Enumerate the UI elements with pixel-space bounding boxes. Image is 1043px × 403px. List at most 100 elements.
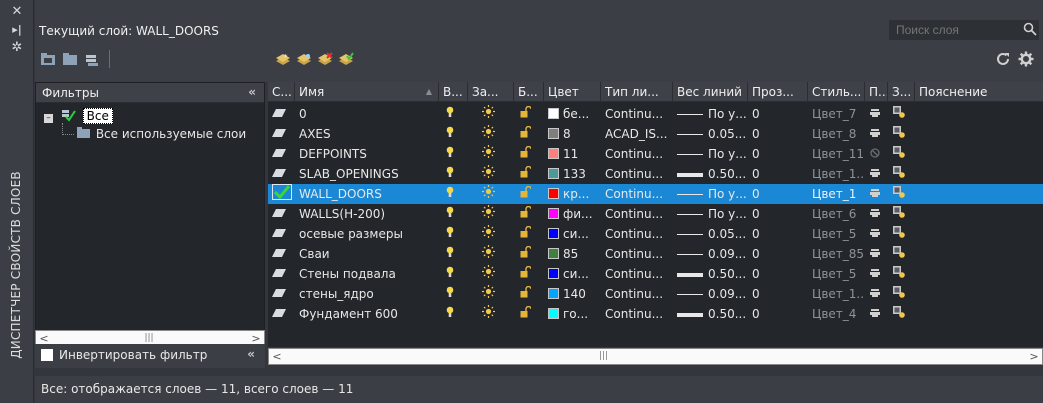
layer-status-icon[interactable]	[272, 104, 294, 124]
layer-status-icon[interactable]	[272, 284, 294, 304]
sun-thaw-icon[interactable]	[482, 224, 498, 244]
column-header-lock[interactable]: Б...	[514, 82, 544, 102]
column-header-on[interactable]: В...	[439, 82, 468, 102]
layer-transparency[interactable]: 0	[752, 284, 808, 304]
new-vp-freeze-icon[interactable]	[893, 244, 909, 264]
layer-transparency[interactable]: 0	[752, 164, 808, 184]
sun-thaw-icon[interactable]	[482, 304, 498, 324]
layer-row[interactable]: WALL_DOORS кр... Continu... По у... 0 Цвет_1	[268, 184, 1043, 204]
layer-color[interactable]: фи...	[548, 204, 601, 224]
layer-color[interactable]: си...	[548, 264, 601, 284]
printer-icon[interactable]	[870, 204, 884, 224]
layer-linetype[interactable]: Continu...	[605, 264, 673, 284]
bulb-on-icon[interactable]	[446, 144, 460, 164]
column-header-status[interactable]: С...	[268, 82, 295, 102]
search-layer-input[interactable]	[889, 20, 1039, 40]
sun-thaw-icon[interactable]	[482, 164, 498, 184]
new-vp-freeze-icon[interactable]	[893, 164, 909, 184]
collapse-filter-tree-button[interactable]: «	[248, 85, 256, 99]
layer-color[interactable]: 11	[548, 144, 601, 164]
layer-transparency[interactable]: 0	[752, 184, 808, 204]
unlock-icon[interactable]	[520, 184, 534, 204]
layer-transparency[interactable]: 0	[752, 304, 808, 324]
layer-linetype[interactable]: Continu...	[605, 304, 673, 324]
printer-icon[interactable]	[870, 184, 884, 204]
sun-thaw-icon[interactable]	[482, 204, 498, 224]
bulb-on-icon[interactable]	[446, 124, 460, 144]
layer-description[interactable]	[919, 164, 1039, 184]
unlock-icon[interactable]	[520, 164, 534, 184]
layer-transparency[interactable]: 0	[752, 104, 808, 124]
layer-lineweight[interactable]: 0.50...	[677, 264, 748, 284]
layer-description[interactable]	[919, 124, 1039, 144]
layer-status-icon[interactable]	[272, 244, 294, 264]
printer-icon[interactable]	[870, 304, 884, 324]
layer-lineweight[interactable]: По у...	[677, 204, 748, 224]
layer-transparency[interactable]: 0	[752, 144, 808, 164]
layer-lineweight[interactable]: 0.05...	[677, 124, 748, 144]
layer-description[interactable]	[919, 144, 1039, 164]
layer-lineweight[interactable]: По у...	[677, 184, 748, 204]
bulb-on-icon[interactable]	[446, 264, 460, 284]
bulb-on-icon[interactable]	[446, 284, 460, 304]
layer-lineweight[interactable]: 0.50...	[677, 304, 748, 324]
invert-filter-checkbox[interactable]	[41, 349, 53, 361]
column-header-linetype[interactable]: Тип ли...	[601, 82, 673, 102]
layer-row[interactable]: стены_ядро 140 Continu... 0.09... 0 Цвет_1...	[268, 284, 1043, 304]
printer-icon[interactable]	[870, 124, 884, 144]
layer-row[interactable]: Фундамент 600 го... Continu... 0.50... 0 Цвет…	[268, 304, 1043, 324]
layer-name[interactable]: WALLS(H-200)	[299, 204, 439, 224]
column-header-plot-style[interactable]: Стиль...	[808, 82, 865, 102]
layer-color[interactable]: го...	[548, 304, 601, 324]
layer-color[interactable]: 133	[548, 164, 601, 184]
layer-lineweight[interactable]: 0.50...	[677, 164, 748, 184]
layer-linetype[interactable]: ACAD_IS...	[605, 124, 673, 144]
sun-thaw-icon[interactable]	[482, 184, 498, 204]
layer-name[interactable]: Фундамент 600	[299, 304, 439, 324]
layer-color[interactable]: кр...	[548, 184, 601, 204]
column-header-freeze[interactable]: За...	[468, 82, 514, 102]
bulb-on-icon[interactable]	[446, 184, 460, 204]
unlock-icon[interactable]	[520, 244, 534, 264]
unlock-icon[interactable]	[520, 224, 534, 244]
layer-transparency[interactable]: 0	[752, 244, 808, 264]
layer-states-manager-icon[interactable]	[84, 52, 100, 66]
layer-linetype[interactable]: Continu...	[605, 144, 673, 164]
layer-description[interactable]	[919, 224, 1039, 244]
layer-linetype[interactable]: Continu...	[605, 224, 673, 244]
layer-name[interactable]: Стены подвала	[299, 264, 439, 284]
layer-status-icon[interactable]	[272, 204, 294, 224]
column-header-description[interactable]: Пояснение	[915, 82, 1043, 102]
layer-description[interactable]	[919, 264, 1039, 284]
printer-icon[interactable]	[870, 224, 884, 244]
layer-lineweight[interactable]: 0.05...	[677, 224, 748, 244]
no-plot-icon[interactable]	[870, 144, 884, 164]
layer-linetype[interactable]: Continu...	[605, 104, 673, 124]
layer-status-icon[interactable]	[272, 224, 294, 244]
column-header-new-vp-freeze[interactable]: З...	[888, 82, 915, 102]
current-layer-check-icon[interactable]	[272, 184, 294, 204]
new-property-filter-icon[interactable]	[40, 52, 56, 66]
layer-color[interactable]: 85	[548, 244, 601, 264]
unlock-icon[interactable]	[520, 144, 534, 164]
layer-name[interactable]: SLAB_OPENINGS	[299, 164, 439, 184]
printer-icon[interactable]	[870, 264, 884, 284]
filter-tree-item-all[interactable]: – Все	[44, 107, 113, 125]
new-vp-freeze-icon[interactable]	[893, 284, 909, 304]
printer-icon[interactable]	[870, 244, 884, 264]
layer-row[interactable]: DEFPOINTS 11 Continu... По у... 0 Цвет_11	[268, 144, 1043, 164]
layer-status-icon[interactable]	[272, 164, 294, 184]
bulb-on-icon[interactable]	[446, 244, 460, 264]
layer-row[interactable]: осевые размеры си... Continu... 0.05... 0 Цве…	[268, 224, 1043, 244]
layer-lineweight[interactable]: 0.09...	[677, 244, 748, 264]
layer-description[interactable]	[919, 284, 1039, 304]
layer-row[interactable]: Стены подвала си... Continu... 0.50... 0 Цвет…	[268, 264, 1043, 284]
unlock-icon[interactable]	[520, 284, 534, 304]
sun-thaw-icon[interactable]	[482, 284, 498, 304]
sun-thaw-icon[interactable]	[482, 124, 498, 144]
column-header-lineweight[interactable]: Вес линий	[673, 82, 748, 102]
sun-thaw-icon[interactable]	[482, 244, 498, 264]
layer-lineweight[interactable]: 0.09...	[677, 284, 748, 304]
layer-name[interactable]: AXES	[299, 124, 439, 144]
unlock-icon[interactable]	[520, 204, 534, 224]
